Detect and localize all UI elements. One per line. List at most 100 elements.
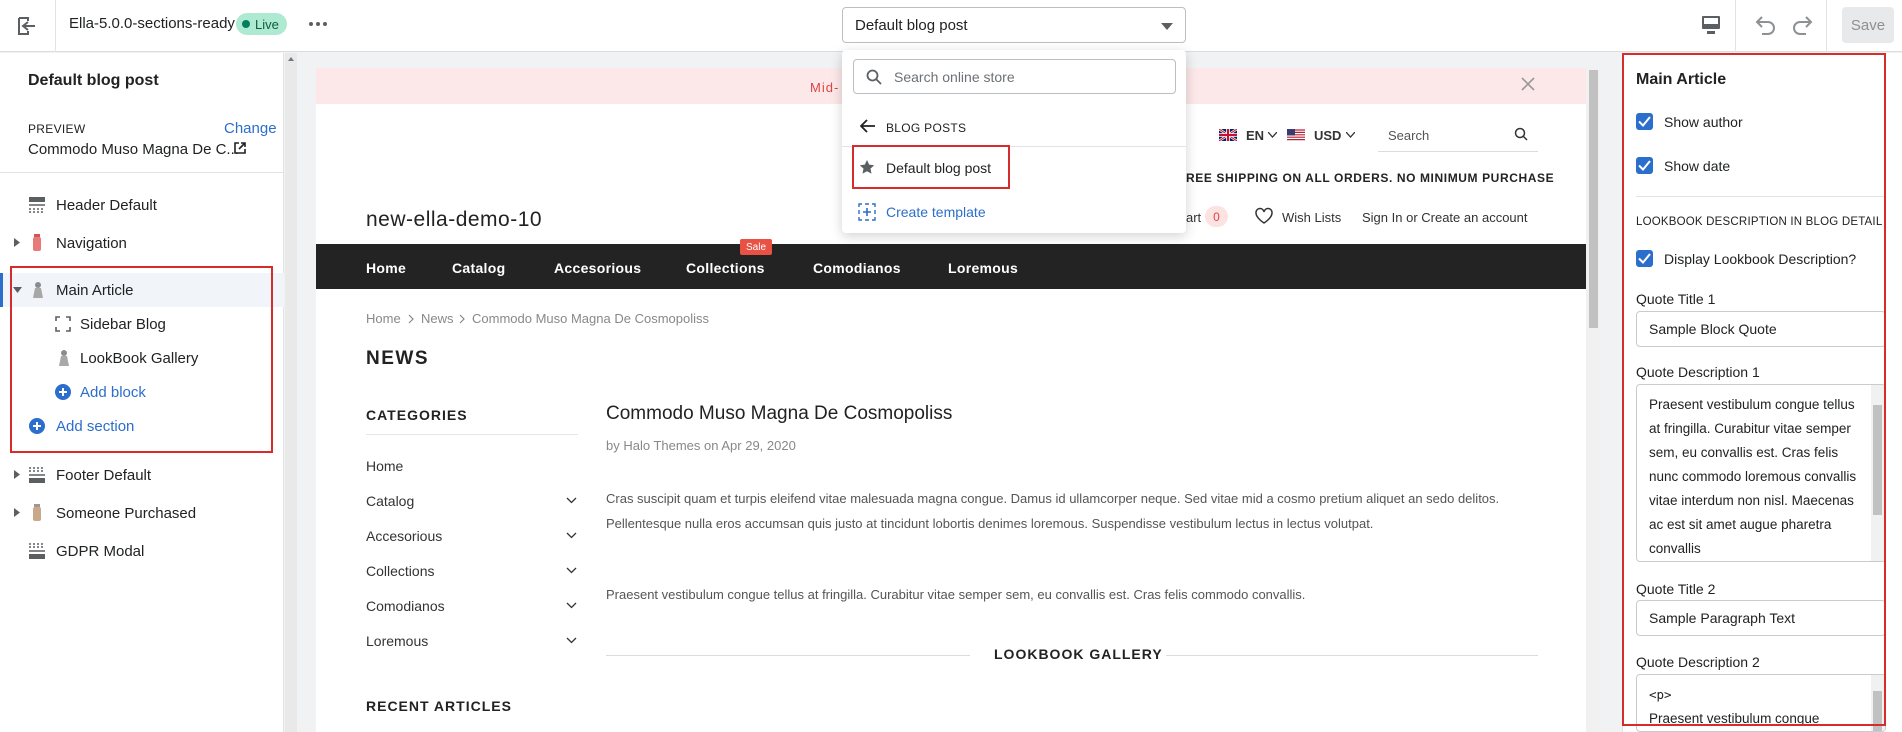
star-icon [859,159,875,175]
blog-posts-back[interactable]: BLOG POSTS [886,121,966,135]
breadcrumb-separator-icon [408,311,414,324]
exit-icon[interactable] [14,13,40,39]
shipping-banner: REE SHIPPING ON ALL ORDERS. NO MINIMUM P… [1186,171,1555,185]
more-actions-icon[interactable] [308,13,328,35]
section-label: Someone Purchased [56,505,197,522]
section-navigation[interactable]: Navigation [0,226,284,260]
undo-icon[interactable] [1752,12,1778,38]
chevron-down-icon[interactable] [566,497,577,504]
uk-flag-icon [1219,129,1237,141]
recent-articles-heading: RECENT ARTICLES [366,698,512,714]
live-dot-icon [242,20,250,28]
arrow-left-icon[interactable] [860,119,876,133]
add-template-icon [858,203,876,221]
search-input[interactable]: Search online store [853,59,1176,94]
section-label: Navigation [56,235,127,252]
theme-name: Ella-5.0.0-sections-ready [69,15,235,32]
breadcrumb-news[interactable]: News [421,311,454,326]
divider [606,655,970,656]
chevron-down-icon[interactable] [566,637,577,644]
create-template-link[interactable]: Create template [886,204,986,220]
chevron-down-icon[interactable] [566,602,577,609]
section-someone-purchased[interactable]: Someone Purchased [0,496,284,530]
store-search-input[interactable]: Search [1378,118,1538,152]
us-flag-icon [1287,129,1305,141]
nav-item-accesorious[interactable]: Accesorious [554,260,641,276]
live-badge: Live [236,13,287,35]
category-item[interactable]: Loremous [366,633,428,649]
cart-link[interactable]: art [1186,210,1201,225]
product-section-icon [28,504,46,522]
sidebar-scrollbar[interactable] [285,53,297,732]
category-item[interactable]: Accesorious [366,528,442,544]
page-heading: NEWS [366,348,429,369]
chevron-right-icon[interactable] [14,238,20,247]
divider [1735,0,1736,52]
section-label: Footer Default [56,467,152,484]
search-placeholder: Search [1388,128,1430,143]
language-selector[interactable]: EN [1246,128,1264,143]
section-header-default[interactable]: Header Default [0,188,284,222]
search-placeholder: Search online store [894,69,1015,85]
divider [1826,0,1827,52]
caret-down-icon [1161,23,1173,30]
change-preview-link[interactable]: Change [224,120,277,137]
nav-item-loremous[interactable]: Loremous [948,260,1018,276]
preview-scroll-thumb[interactable] [1589,70,1598,328]
divider [1166,655,1538,656]
store-logo[interactable]: new-ella-demo-10 [366,208,542,232]
save-button[interactable]: Save [1842,7,1894,43]
product-section-icon [28,234,46,252]
section-label: Header Default [56,197,157,214]
chevron-down-icon[interactable] [566,532,577,539]
sale-badge: Sale [740,239,772,255]
categories-heading: CATEGORIES [366,407,468,423]
breadcrumb-separator-icon [459,311,465,324]
divider [366,434,578,435]
article-paragraph: Praesent vestibulum congue tellus at fri… [606,587,1306,602]
external-link-icon[interactable] [234,142,246,154]
nav-item-collections[interactable]: Collections [686,260,765,276]
nav-item-home[interactable]: Home [366,260,406,276]
breadcrumb-home[interactable]: Home [366,311,401,326]
active-indicator [0,273,3,307]
lookbook-heading: LOOKBOOK GALLERY [994,646,1163,662]
category-item[interactable]: Comodianos [366,598,445,614]
template-select[interactable]: Default blog post [842,7,1186,43]
category-item[interactable]: Home [366,458,403,474]
divider [55,0,56,52]
dropdown-item-label: Default blog post [886,160,992,176]
live-badge-label: Live [255,16,279,32]
currency-selector[interactable]: USD [1314,128,1341,143]
wishlist-link[interactable]: Wish Lists [1282,210,1341,225]
heart-icon[interactable] [1254,207,1274,225]
highlight-box [1622,53,1886,726]
chevron-right-icon[interactable] [14,508,20,517]
nav-item-comodianos[interactable]: Comodianos [813,260,901,276]
nav-item-catalog[interactable]: Catalog [452,260,505,276]
desktop-view-icon[interactable] [1700,14,1722,36]
footer-section-icon [28,466,46,484]
chevron-right-icon[interactable] [14,470,20,479]
article-paragraph: Cras suscipit quam et turpis eleifend vi… [606,491,1500,531]
chevron-down-icon[interactable] [566,567,577,574]
category-item[interactable]: Collections [366,563,434,579]
page-title: Default blog post [28,72,159,89]
redo-icon[interactable] [1790,12,1816,38]
preview-value: Commodo Muso Magna De C... [28,141,239,158]
search-icon [866,69,882,85]
section-gdpr-modal[interactable]: GDPR Modal [0,534,284,568]
section-label: GDPR Modal [56,543,145,560]
preview-heading: PREVIEW [28,122,86,136]
search-icon [1514,127,1528,141]
scroll-up-icon[interactable] [288,56,294,62]
template-select-label: Default blog post [855,17,968,34]
highlight-box [10,266,273,453]
section-footer-default[interactable]: Footer Default [0,458,284,492]
close-icon[interactable] [1521,77,1535,91]
chevron-down-icon [1346,132,1355,138]
category-item[interactable]: Catalog [366,493,414,509]
account-link[interactable]: Sign In or Create an account [1362,210,1528,225]
article-meta: by Halo Themes on Apr 29, 2020 [606,438,796,453]
chevron-down-icon [1268,132,1277,138]
